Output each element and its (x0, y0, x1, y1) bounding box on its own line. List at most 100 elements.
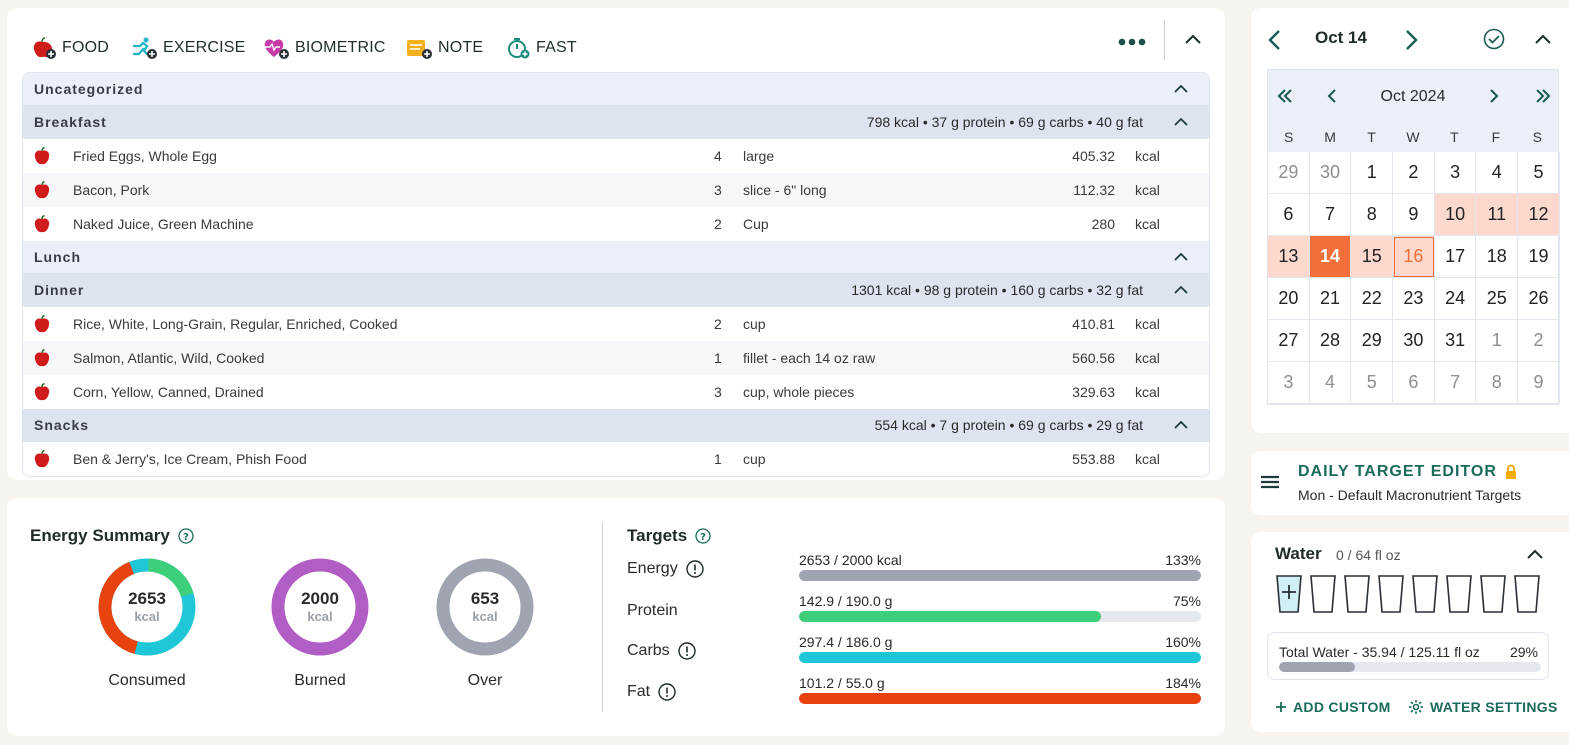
calendar-day[interactable]: 17 (1434, 236, 1477, 278)
calendar-day[interactable]: 2 (1393, 152, 1435, 194)
food-entry-row[interactable]: Bacon, Pork 3 slice - 6" long 112.32 kcal (23, 173, 1209, 207)
collapse-calendar-button[interactable] (1533, 30, 1553, 55)
calendar-day[interactable]: 11 (1476, 194, 1519, 236)
calendar-day[interactable]: 20 (1268, 278, 1310, 320)
collapse-group-button[interactable] (1173, 82, 1189, 101)
calendar-month-label[interactable]: Oct 2024 (1268, 88, 1558, 106)
next-day-button[interactable] (1403, 29, 1419, 56)
calendar-day[interactable]: 27 (1268, 320, 1310, 362)
next-month-button[interactable] (1488, 88, 1500, 109)
meal-group-header[interactable]: Uncategorized (23, 73, 1209, 106)
calendar-day[interactable]: 26 (1518, 278, 1560, 320)
help-icon[interactable]: ? (695, 528, 711, 544)
food-entry-row[interactable]: Fried Eggs, Whole Egg 4 large 405.32 kcal (23, 139, 1209, 173)
food-entry-row[interactable]: Naked Juice, Green Machine 2 Cup 280 kcal (23, 207, 1209, 241)
food-unit: cup (743, 316, 766, 332)
food-type-icon (34, 214, 50, 236)
calendar-day[interactable]: 4 (1309, 362, 1352, 404)
info-alert-icon[interactable] (658, 683, 676, 701)
add-note-button[interactable]: NOTE (406, 35, 483, 61)
meal-group-header[interactable]: Dinner 1301 kcal • 98 g protein • 160 g c… (23, 274, 1209, 307)
food-entry-row[interactable]: Rice, White, Long-Grain, Regular, Enrich… (23, 307, 1209, 341)
food-quantity: 2 (714, 216, 722, 232)
calendar-day[interactable]: 7 (1309, 194, 1352, 236)
collapse-group-button[interactable] (1173, 283, 1189, 302)
meal-group-header[interactable]: Breakfast 798 kcal • 37 g protein • 69 g … (23, 106, 1209, 139)
collapse-group-button[interactable] (1173, 115, 1189, 134)
collapse-group-button[interactable] (1173, 250, 1189, 269)
calendar-day[interactable]: 3 (1434, 152, 1477, 194)
calendar-day[interactable]: 30 (1393, 320, 1435, 362)
water-settings-button[interactable]: WATER SETTINGS (1408, 699, 1558, 715)
calendar-day[interactable]: 29 (1351, 320, 1394, 362)
add-custom-water-button[interactable]: ADD CUSTOM (1275, 699, 1391, 715)
calendar-day[interactable]: 6 (1393, 362, 1435, 404)
complete-day-button[interactable] (1483, 28, 1505, 55)
calendar-day[interactable]: 29 (1268, 152, 1310, 194)
calendar-day[interactable]: 28 (1309, 320, 1352, 362)
calendar-day[interactable]: 24 (1434, 278, 1477, 320)
calendar-day[interactable]: 25 (1476, 278, 1519, 320)
help-icon[interactable]: ? (178, 528, 194, 544)
calendar-day[interactable]: 4 (1476, 152, 1519, 194)
info-alert-icon[interactable] (677, 642, 696, 660)
calendar-day[interactable]: 15 (1351, 236, 1394, 278)
add-exercise-button[interactable]: EXERCISE (131, 35, 246, 61)
calendar-day[interactable]: 1 (1476, 320, 1519, 362)
calendar-day[interactable]: 1 (1351, 152, 1394, 194)
calendar-day[interactable]: 9 (1393, 194, 1435, 236)
calendar-day[interactable]: 10 (1434, 194, 1477, 236)
water-cup[interactable] (1411, 574, 1439, 614)
calendar-day[interactable]: 14 (1309, 236, 1352, 278)
daily-target-editor-card[interactable]: DAILY TARGET EDITOR Mon - Default Macron… (1251, 451, 1569, 515)
calendar-day[interactable]: 30 (1309, 152, 1352, 194)
calendar-day[interactable]: 8 (1351, 194, 1394, 236)
meal-group-header[interactable]: Lunch (23, 241, 1209, 274)
calendar-day[interactable]: 23 (1393, 278, 1435, 320)
water-cup[interactable] (1377, 574, 1405, 614)
heart-pulse-add-icon (264, 39, 289, 59)
menu-icon[interactable] (1260, 474, 1280, 490)
water-cup[interactable] (1513, 574, 1541, 614)
calendar-day[interactable]: 5 (1518, 152, 1560, 194)
calendar-day[interactable]: 3 (1268, 362, 1310, 404)
water-cup-add[interactable] (1275, 574, 1303, 614)
calendar-day[interactable]: 18 (1476, 236, 1519, 278)
meal-group-header[interactable]: Snacks 554 kcal • 7 g protein • 69 g carb… (23, 409, 1209, 442)
water-cup[interactable] (1479, 574, 1507, 614)
collapse-diary-button[interactable] (1183, 30, 1203, 55)
meal-group-name: Breakfast (34, 114, 107, 130)
calendar-day[interactable]: 7 (1434, 362, 1477, 404)
water-cup[interactable] (1445, 574, 1473, 614)
add-biometric-button[interactable]: BIOMETRIC (263, 35, 386, 61)
calendar-day[interactable]: 8 (1476, 362, 1519, 404)
note-label: NOTE (438, 39, 484, 56)
calendar-day[interactable]: 6 (1268, 194, 1310, 236)
food-entry-row[interactable]: Salmon, Atlantic, Wild, Cooked 1 fillet - … (23, 341, 1209, 375)
calendar-day[interactable]: 2 (1518, 320, 1560, 362)
info-alert-icon[interactable] (686, 560, 704, 578)
next-year-button[interactable] (1534, 88, 1552, 109)
collapse-group-button[interactable] (1173, 418, 1189, 437)
calendar-day[interactable]: 21 (1309, 278, 1352, 320)
current-date[interactable]: Oct 14 (1315, 28, 1367, 48)
food-kcal-value: 410.81 (1072, 316, 1115, 332)
calendar-day[interactable]: 31 (1434, 320, 1477, 362)
food-entry-row[interactable]: Ben & Jerry's, Ice Cream, Phish Food 1 cup… (23, 442, 1209, 476)
prev-day-button[interactable] (1267, 29, 1283, 56)
calendar-day[interactable]: 19 (1518, 236, 1560, 278)
calendar-day[interactable]: 13 (1268, 236, 1310, 278)
add-fast-button[interactable]: FAST (506, 35, 577, 61)
collapse-water-button[interactable] (1525, 546, 1545, 569)
calendar-day[interactable]: 5 (1351, 362, 1394, 404)
calendar-day[interactable]: 12 (1518, 194, 1560, 236)
food-entry-row[interactable]: Corn, Yellow, Canned, Drained 3 cup, whole… (23, 375, 1209, 409)
food-quantity: 3 (714, 182, 722, 198)
add-food-button[interactable]: FOOD (32, 35, 109, 61)
calendar-day[interactable]: 16 (1393, 236, 1435, 278)
water-cup[interactable] (1309, 574, 1337, 614)
calendar-day[interactable]: 22 (1351, 278, 1394, 320)
calendar-day[interactable]: 9 (1518, 362, 1560, 404)
more-options-button[interactable] (1117, 30, 1147, 54)
water-cup[interactable] (1343, 574, 1371, 614)
